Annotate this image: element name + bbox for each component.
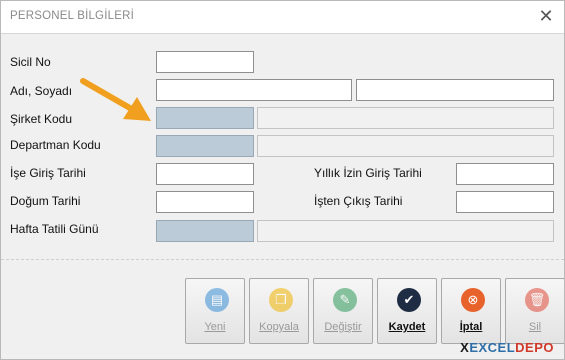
kaydet-label: Kaydet — [388, 321, 426, 333]
departman-adi-field — [257, 135, 554, 157]
sirket-adi-field — [257, 107, 554, 129]
copy-icon: ❐ — [269, 288, 293, 312]
degistir-label: Değiştir — [324, 321, 362, 333]
window-title: PERSONEL BİLGİLERİ — [10, 10, 134, 22]
logo-excel: EXCEL — [469, 340, 516, 355]
trash-icon: 🗑 — [525, 288, 549, 312]
sil-button[interactable]: 🗑 Sil — [505, 278, 564, 344]
close-icon[interactable]: ✕ — [538, 6, 554, 26]
pointer-arrow-icon — [80, 78, 151, 121]
ise-giris-tarihi-input[interactable] — [156, 163, 254, 185]
exceldepo-logo: XEXCELDEPO — [460, 340, 554, 355]
label-hafta-tatili-gunu: Hafta Tatili Günü — [10, 222, 99, 236]
personel-form-window: PERSONEL BİLGİLERİ ✕ Sicil No Adı, Soyad… — [0, 0, 565, 360]
label-ise-giris-tarihi: İşe Giriş Tarihi — [10, 166, 86, 180]
label-isten-cikis-tarihi: İşten Çıkış Tarihi — [314, 194, 403, 208]
cancel-icon: ⊗ — [461, 288, 485, 312]
label-sicil-no: Sicil No — [10, 55, 51, 69]
logo-prefix: X — [460, 340, 470, 355]
iptal-button[interactable]: ⊗ İptal — [441, 278, 501, 344]
departman-kodu-field[interactable] — [156, 135, 254, 157]
dogum-tarihi-input[interactable] — [156, 191, 254, 213]
hafta-tatili-gunu-field[interactable] — [156, 220, 254, 242]
label-sirket-kodu: Şirket Kodu — [10, 112, 73, 126]
edit-icon: ✎ — [333, 288, 357, 312]
label-dogum-tarihi: Doğum Tarihi — [10, 194, 81, 208]
degistir-button[interactable]: ✎ Değiştir — [313, 278, 373, 344]
label-yillik-izin-giris-tarihi: Yıllık İzin Giriş Tarihi — [314, 166, 422, 180]
yillik-izin-giris-tarihi-input[interactable] — [456, 163, 554, 185]
check-icon: ✔ — [397, 288, 421, 312]
yeni-button[interactable]: ▤ Yeni — [185, 278, 245, 344]
hafta-tatili-adi-field — [257, 220, 554, 242]
label-departman-kodu: Departman Kodu — [10, 138, 101, 152]
sicil-no-input[interactable] — [156, 51, 254, 73]
logo-depo: DEPO — [515, 340, 554, 355]
document-icon: ▤ — [205, 288, 229, 312]
action-buttons: ▤ Yeni ❐ Kopyala ✎ Değiştir ✔ Kaydet ⊗ İ… — [173, 278, 564, 348]
adi-input[interactable] — [156, 79, 352, 101]
yeni-label: Yeni — [204, 321, 226, 333]
isten-cikis-tarihi-input[interactable] — [456, 191, 554, 213]
kopyala-label: Kopyala — [259, 321, 299, 333]
sirket-kodu-field[interactable] — [156, 107, 254, 129]
divider — [1, 259, 564, 260]
soyadi-input[interactable] — [356, 79, 554, 101]
kaydet-button[interactable]: ✔ Kaydet — [377, 278, 437, 344]
kopyala-button[interactable]: ❐ Kopyala — [249, 278, 309, 344]
iptal-label: İptal — [459, 321, 483, 333]
title-bar: PERSONEL BİLGİLERİ ✕ — [1, 1, 564, 34]
sil-label: Sil — [528, 321, 542, 333]
label-adi-soyadi: Adı, Soyadı — [10, 84, 73, 98]
